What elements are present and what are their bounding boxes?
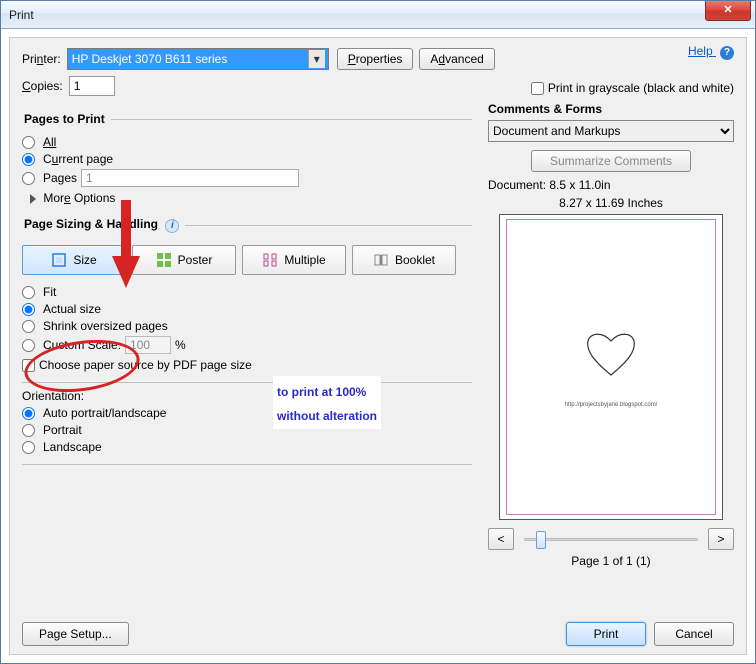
- more-options-toggle[interactable]: More Options: [30, 191, 472, 205]
- actual-size-radio[interactable]: [22, 303, 35, 316]
- triangle-icon: [30, 194, 36, 204]
- titlebar: Print ✕: [1, 1, 755, 29]
- custom-scale-radio[interactable]: [22, 339, 35, 352]
- help-link[interactable]: Help ?: [688, 44, 734, 60]
- paper-source-checkbox[interactable]: [22, 359, 35, 372]
- print-dialog: Print ✕ Help ? Printer: HP Deskjet 3070 …: [0, 0, 756, 664]
- pages-current-label: Current page: [43, 152, 113, 166]
- pages-range-radio[interactable]: [22, 172, 35, 185]
- grayscale-checkbox[interactable]: [531, 82, 544, 95]
- fit-option[interactable]: Fit: [22, 285, 472, 299]
- next-page-button[interactable]: >: [708, 528, 734, 550]
- page-slider[interactable]: [524, 530, 698, 548]
- window-title: Print: [1, 8, 34, 22]
- size-mode-button[interactable]: Size: [22, 245, 126, 275]
- page-dimensions: 8.27 x 11.69 Inches: [488, 196, 734, 210]
- printer-select[interactable]: HP Deskjet 3070 B611 series: [67, 48, 329, 70]
- pages-current-option[interactable]: Current page: [22, 152, 472, 166]
- grayscale-label: Print in grayscale (black and white): [548, 81, 734, 95]
- copies-label: Copies:: [22, 79, 63, 93]
- shrink-radio[interactable]: [22, 320, 35, 333]
- multiple-icon: [262, 252, 278, 268]
- prev-page-button[interactable]: <: [488, 528, 514, 550]
- booklet-icon: [373, 252, 389, 268]
- pages-current-radio[interactable]: [22, 153, 35, 166]
- orientation-auto-radio[interactable]: [22, 407, 35, 420]
- grayscale-option[interactable]: Print in grayscale (black and white): [531, 81, 734, 95]
- comments-select[interactable]: Document and Markups: [488, 120, 734, 142]
- right-column: Comments & Forms Document and Markups Su…: [488, 102, 734, 568]
- printer-label: Printer:: [22, 52, 61, 66]
- page-setup-button[interactable]: Page Setup...: [22, 622, 129, 646]
- poster-mode-button[interactable]: Poster: [132, 245, 236, 275]
- multiple-mode-button[interactable]: Multiple: [242, 245, 346, 275]
- cancel-button[interactable]: Cancel: [654, 622, 734, 646]
- dialog-footer: Page Setup... Print Cancel: [22, 622, 734, 646]
- page-sizing-group: Page Sizing & Handling i Size Poster: [22, 217, 472, 372]
- close-button[interactable]: ✕: [705, 1, 751, 21]
- custom-scale-input[interactable]: [125, 336, 171, 354]
- help-icon: ?: [720, 46, 734, 60]
- left-column: Pages to Print All Current page Pages: [22, 102, 472, 568]
- help-label: Help: [688, 44, 713, 58]
- booklet-mode-button[interactable]: Booklet: [352, 245, 456, 275]
- preview-nav: < >: [488, 528, 734, 550]
- advanced-button[interactable]: Advanced: [419, 48, 494, 70]
- pages-legend: Pages to Print: [22, 112, 111, 126]
- fit-radio[interactable]: [22, 286, 35, 299]
- preview-page: http://projectsbyjane.blogspot.com/: [506, 219, 716, 515]
- orientation-auto-option[interactable]: Auto portrait/landscape: [22, 406, 472, 420]
- custom-scale-option[interactable]: Custom Scale: %: [22, 336, 472, 354]
- pages-range-label: Pages: [43, 171, 77, 185]
- sizing-mode-row: Size Poster Multiple Booklet: [22, 245, 472, 275]
- copies-row: Copies: Print in grayscale (black and wh…: [22, 76, 734, 96]
- paper-source-option[interactable]: Choose paper source by PDF page size: [22, 358, 472, 372]
- page-indicator: Page 1 of 1 (1): [488, 554, 734, 568]
- pages-range-option[interactable]: Pages: [22, 169, 472, 187]
- pages-all-option[interactable]: All: [22, 135, 472, 149]
- shrink-option[interactable]: Shrink oversized pages: [22, 319, 472, 333]
- orientation-portrait-radio[interactable]: [22, 424, 35, 437]
- sizing-legend: Page Sizing & Handling i: [22, 217, 185, 233]
- document-dimensions: Document: 8.5 x 11.0in: [488, 178, 734, 192]
- orientation-legend: Orientation:: [22, 389, 472, 403]
- dialog-content: Help ? Printer: HP Deskjet 3070 B611 ser…: [9, 37, 747, 655]
- properties-button[interactable]: Properties: [337, 48, 414, 70]
- comments-legend: Comments & Forms: [488, 102, 734, 116]
- pages-to-print-group: Pages to Print All Current page Pages: [22, 112, 472, 207]
- heart-icon: [584, 331, 638, 379]
- pages-all-radio[interactable]: [22, 136, 35, 149]
- preview-caption: http://projectsbyjane.blogspot.com/: [565, 402, 658, 408]
- poster-icon: [156, 252, 172, 268]
- more-options-label: More Options: [43, 191, 115, 205]
- size-icon: [51, 252, 67, 268]
- orientation-landscape-radio[interactable]: [22, 441, 35, 454]
- actual-size-option[interactable]: Actual size: [22, 302, 472, 316]
- info-icon[interactable]: i: [165, 219, 179, 233]
- summarize-comments-button[interactable]: Summarize Comments: [531, 150, 691, 172]
- orientation-landscape-option[interactable]: Landscape: [22, 440, 472, 454]
- print-preview: http://projectsbyjane.blogspot.com/: [499, 214, 723, 520]
- print-button[interactable]: Print: [566, 622, 646, 646]
- orientation-portrait-option[interactable]: Portrait: [22, 423, 472, 437]
- printer-row: Printer: HP Deskjet 3070 B611 series Pro…: [22, 48, 734, 70]
- pages-range-input[interactable]: [81, 169, 299, 187]
- copies-input[interactable]: [69, 76, 115, 96]
